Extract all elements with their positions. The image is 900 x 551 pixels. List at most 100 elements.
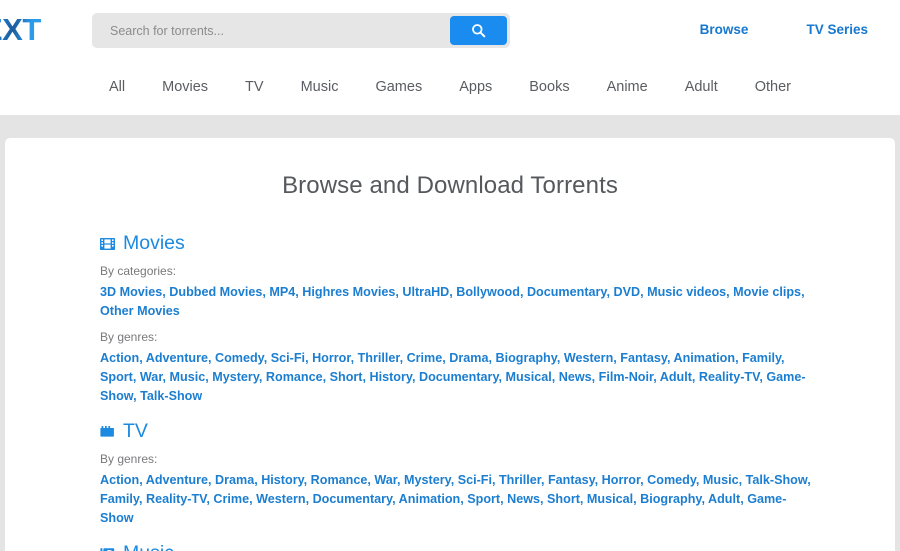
category-link[interactable]: DVD bbox=[613, 285, 640, 299]
category-link[interactable]: 3D Movies bbox=[100, 285, 162, 299]
nav-item-anime[interactable]: Anime bbox=[607, 79, 648, 95]
category-link[interactable]: War bbox=[374, 473, 397, 487]
category-link[interactable]: Sci-Fi bbox=[271, 351, 305, 365]
section-header[interactable]: Music bbox=[100, 542, 895, 551]
category-link[interactable]: Horror bbox=[602, 473, 641, 487]
nav-item-apps[interactable]: Apps bbox=[459, 79, 492, 95]
category-link[interactable]: Music videos bbox=[647, 285, 726, 299]
category-link[interactable]: Animation bbox=[399, 492, 461, 506]
category-link[interactable]: Thriller bbox=[358, 351, 400, 365]
category-link[interactable]: Mystery bbox=[404, 473, 451, 487]
tv-icon bbox=[100, 425, 115, 439]
link-separator: , bbox=[208, 351, 215, 365]
category-link[interactable]: Western bbox=[256, 492, 305, 506]
nav-item-adult[interactable]: Adult bbox=[685, 79, 718, 95]
content-card: Browse and Download Torrents bbox=[5, 138, 895, 551]
nav-item-other[interactable]: Other bbox=[755, 79, 791, 95]
category-link[interactable]: Fantasy bbox=[548, 473, 595, 487]
category-link[interactable]: Musical bbox=[587, 492, 633, 506]
category-link[interactable]: Animation bbox=[673, 351, 735, 365]
nav-item-games[interactable]: Games bbox=[375, 79, 422, 95]
link-separator: , bbox=[264, 351, 271, 365]
category-link[interactable]: Action bbox=[100, 351, 139, 365]
category-link[interactable]: Sport bbox=[467, 492, 500, 506]
header-link-tv-series[interactable]: TV Series bbox=[806, 22, 868, 37]
category-link[interactable]: Thriller bbox=[499, 473, 541, 487]
category-link[interactable]: Crime bbox=[213, 492, 249, 506]
category-link[interactable]: Mystery bbox=[212, 370, 259, 384]
category-link[interactable]: Family bbox=[100, 492, 139, 506]
group-label: By genres: bbox=[100, 330, 895, 344]
header-links: Browse TV Series bbox=[700, 22, 868, 37]
category-link[interactable]: Documentary bbox=[419, 370, 499, 384]
category-link[interactable]: Drama bbox=[215, 473, 254, 487]
category-link[interactable]: Comedy bbox=[647, 473, 696, 487]
category-link[interactable]: Sport bbox=[100, 370, 133, 384]
category-link[interactable]: Music bbox=[703, 473, 739, 487]
category-link[interactable]: Western bbox=[564, 351, 613, 365]
nav-item-movies[interactable]: Movies bbox=[162, 79, 208, 95]
section-tv: TV By genres: Action, Adventure, Drama, … bbox=[100, 420, 895, 528]
category-link[interactable]: Film-Noir bbox=[599, 370, 654, 384]
category-link[interactable]: Highres Movies bbox=[302, 285, 395, 299]
category-link[interactable]: Documentary bbox=[527, 285, 607, 299]
link-separator: , bbox=[412, 370, 419, 384]
category-link[interactable]: Movie clips bbox=[733, 285, 801, 299]
category-link[interactable]: UltraHD bbox=[402, 285, 449, 299]
category-link[interactable]: Reality-TV bbox=[699, 370, 759, 384]
section-header[interactable]: TV bbox=[100, 420, 895, 443]
link-separator: , bbox=[259, 370, 266, 384]
category-link[interactable]: Romance bbox=[266, 370, 323, 384]
search-bar[interactable] bbox=[92, 13, 510, 48]
category-link[interactable]: Adult bbox=[660, 370, 692, 384]
category-link[interactable]: Comedy bbox=[215, 351, 264, 365]
category-link[interactable]: Family bbox=[742, 351, 781, 365]
nav-item-music[interactable]: Music bbox=[301, 79, 339, 95]
category-link[interactable]: War bbox=[140, 370, 163, 384]
section-title: Music bbox=[123, 542, 174, 551]
category-link[interactable]: History bbox=[370, 370, 412, 384]
category-link[interactable]: Short bbox=[330, 370, 363, 384]
nav-item-all[interactable]: All bbox=[109, 79, 125, 95]
category-link[interactable]: News bbox=[507, 492, 540, 506]
browse-sections: Movies By categories: 3D Movies, Dubbed … bbox=[5, 200, 895, 551]
category-link[interactable]: Biography bbox=[640, 492, 701, 506]
category-link[interactable]: Reality-TV bbox=[146, 492, 206, 506]
category-link[interactable]: Musical bbox=[506, 370, 552, 384]
category-link[interactable]: News bbox=[559, 370, 592, 384]
category-link[interactable]: Talk-Show bbox=[746, 473, 808, 487]
link-separator: , bbox=[304, 473, 311, 487]
category-link[interactable]: Action bbox=[100, 473, 139, 487]
link-separator: , bbox=[540, 492, 547, 506]
link-separator: , bbox=[807, 473, 811, 487]
header-link-browse[interactable]: Browse bbox=[700, 22, 749, 37]
nav-item-books[interactable]: Books bbox=[529, 79, 569, 95]
category-link[interactable]: History bbox=[261, 473, 303, 487]
category-link[interactable]: Romance bbox=[311, 473, 368, 487]
search-input[interactable] bbox=[95, 23, 450, 39]
link-separator: , bbox=[451, 473, 458, 487]
category-link[interactable]: Adventure bbox=[146, 351, 208, 365]
category-link[interactable]: Adventure bbox=[146, 473, 208, 487]
category-link[interactable]: Drama bbox=[449, 351, 488, 365]
section-header[interactable]: Movies bbox=[100, 232, 895, 255]
site-logo[interactable]: EXT bbox=[0, 12, 41, 48]
category-link[interactable]: Bollywood bbox=[456, 285, 520, 299]
category-link[interactable]: Horror bbox=[312, 351, 351, 365]
category-link[interactable]: Crime bbox=[407, 351, 443, 365]
category-link[interactable]: Adult bbox=[708, 492, 740, 506]
link-separator: , bbox=[541, 473, 548, 487]
category-link[interactable]: Music bbox=[170, 370, 206, 384]
category-link[interactable]: Talk-Show bbox=[140, 389, 202, 403]
category-link[interactable]: Documentary bbox=[313, 492, 393, 506]
category-link[interactable]: Dubbed Movies bbox=[169, 285, 262, 299]
category-link[interactable]: Short bbox=[547, 492, 580, 506]
link-separator: , bbox=[351, 351, 358, 365]
search-button[interactable] bbox=[450, 16, 507, 45]
category-link[interactable]: Fantasy bbox=[620, 351, 667, 365]
nav-item-tv[interactable]: TV bbox=[245, 79, 264, 95]
category-link[interactable]: Other Movies bbox=[100, 304, 180, 318]
category-link[interactable]: MP4 bbox=[269, 285, 295, 299]
category-link[interactable]: Biography bbox=[495, 351, 556, 365]
category-link[interactable]: Sci-Fi bbox=[458, 473, 492, 487]
